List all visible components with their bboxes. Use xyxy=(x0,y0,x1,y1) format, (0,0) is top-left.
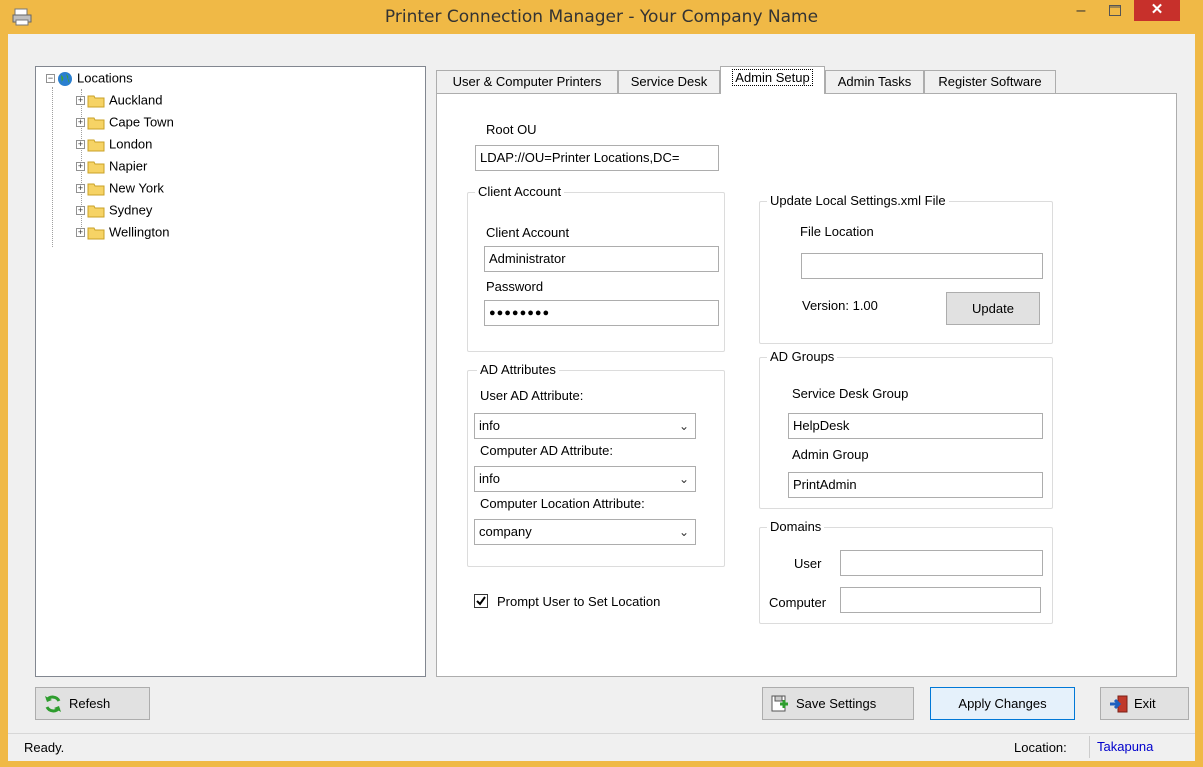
exit-button-label: Exit xyxy=(1134,696,1156,711)
update-button[interactable]: Update xyxy=(946,292,1040,325)
checkmark-icon xyxy=(476,596,486,606)
prompt-user-label[interactable]: Prompt User to Set Location xyxy=(497,594,660,610)
expand-icon[interactable]: + xyxy=(76,184,85,194)
folder-icon xyxy=(87,138,105,152)
window-title: Printer Connection Manager - Your Compan… xyxy=(384,7,819,27)
expand-icon[interactable]: + xyxy=(76,228,85,238)
tab-user-computer-printers[interactable]: User & Computer Printers xyxy=(436,70,618,93)
tree-line xyxy=(52,87,53,247)
refresh-button[interactable]: Refesh xyxy=(35,687,150,720)
tree-item-label: Sydney xyxy=(109,202,153,218)
service-desk-group-label: Service Desk Group xyxy=(792,386,909,401)
root-ou-label: Root OU xyxy=(486,122,537,137)
expand-icon[interactable]: + xyxy=(76,162,85,172)
expand-icon[interactable]: + xyxy=(76,96,85,106)
version-label: Version: 1.00 xyxy=(802,298,878,313)
refresh-icon xyxy=(43,694,63,717)
file-location-input[interactable] xyxy=(801,253,1043,279)
chevron-down-icon[interactable]: ⌄ xyxy=(679,414,689,438)
tab-service-desk[interactable]: Service Desk xyxy=(618,70,720,93)
update-settings-group-title: Update Local Settings.xml File xyxy=(767,193,949,209)
folder-icon xyxy=(87,182,105,196)
tree-item-sydney[interactable]: + Sydney xyxy=(76,201,152,221)
tab-admin-setup-label: Admin Setup xyxy=(732,69,813,86)
tree-item-wellington[interactable]: + Wellington xyxy=(76,223,169,243)
tree-root[interactable]: − Locations xyxy=(46,69,133,89)
folder-icon xyxy=(87,226,105,240)
prompt-user-checkbox[interactable] xyxy=(474,594,488,608)
domain-user-input[interactable] xyxy=(840,550,1043,576)
tree-item-label: London xyxy=(109,136,153,152)
tab-admin-tasks[interactable]: Admin Tasks xyxy=(825,70,924,93)
status-text: Ready. xyxy=(24,740,65,755)
client-account-group xyxy=(467,192,725,352)
file-location-label: File Location xyxy=(800,224,874,239)
domains-group-title: Domains xyxy=(767,519,825,535)
tree-item-label: Napier xyxy=(109,158,148,174)
apply-changes-button[interactable]: Apply Changes xyxy=(930,687,1075,720)
location-label: Location: xyxy=(1014,740,1067,755)
ad-attributes-group-title: AD Attributes xyxy=(477,362,559,378)
tree-item-label: Wellington xyxy=(109,224,170,240)
tab-register-software[interactable]: Register Software xyxy=(924,70,1056,93)
exit-icon xyxy=(1109,694,1129,717)
computer-location-attribute-select[interactable]: company ⌄ xyxy=(474,519,696,545)
admin-group-input[interactable]: PrintAdmin xyxy=(788,472,1043,498)
computer-ad-attribute-select[interactable]: info ⌄ xyxy=(474,466,696,492)
root-ou-input[interactable]: LDAP://OU=Printer Locations,DC= xyxy=(475,145,719,171)
location-value: Takapuna xyxy=(1089,736,1178,758)
domain-computer-input[interactable] xyxy=(840,587,1041,613)
admin-group-label: Admin Group xyxy=(792,447,869,462)
computer-location-attribute-value: company xyxy=(479,524,532,539)
computer-ad-attribute-label: Computer AD Attribute: xyxy=(480,443,613,458)
client-account-input[interactable]: Administrator xyxy=(484,246,719,272)
password-input[interactable]: ●●●●●●●● xyxy=(484,300,719,326)
client-account-label: Client Account xyxy=(486,225,570,240)
collapse-icon[interactable]: − xyxy=(46,74,55,84)
folder-icon xyxy=(87,204,105,218)
tree-item-auckland[interactable]: + Auckland xyxy=(76,91,162,111)
computer-ad-attribute-value: info xyxy=(479,471,500,486)
domain-user-label: User xyxy=(794,556,822,571)
service-desk-group-input[interactable]: HelpDesk xyxy=(788,413,1043,439)
expand-icon[interactable]: + xyxy=(76,206,85,216)
close-button[interactable]: ✕ xyxy=(1134,0,1180,21)
tree-item-label: Auckland xyxy=(109,92,163,108)
refresh-button-label: Refesh xyxy=(69,696,111,711)
save-settings-button[interactable]: Save Settings xyxy=(762,687,914,720)
chevron-down-icon[interactable]: ⌄ xyxy=(679,520,689,544)
location-tree[interactable]: − Locations + Auckland + Cape Town + London … xyxy=(35,66,426,677)
user-ad-attribute-select[interactable]: info ⌄ xyxy=(474,413,696,439)
tree-item-label: Cape Town xyxy=(109,114,174,130)
exit-button[interactable]: Exit xyxy=(1100,687,1189,720)
tree-item-cape-town[interactable]: + Cape Town xyxy=(76,113,174,133)
tree-item-label: New York xyxy=(109,180,164,196)
computer-location-attribute-label: Computer Location Attribute: xyxy=(480,496,645,511)
folder-icon xyxy=(87,94,105,108)
chevron-down-icon[interactable]: ⌄ xyxy=(679,467,689,491)
tree-item-london[interactable]: + London xyxy=(76,135,152,155)
tree-item-napier[interactable]: + Napier xyxy=(76,157,147,177)
password-label: Password xyxy=(486,279,544,294)
maximize-button[interactable] xyxy=(1100,2,1130,22)
tab-admin-setup[interactable]: Admin Setup xyxy=(720,66,825,94)
domain-computer-label: Computer xyxy=(769,595,827,610)
user-ad-attribute-label: User AD Attribute: xyxy=(480,388,584,403)
ad-groups-group-title: AD Groups xyxy=(767,349,838,365)
folder-icon xyxy=(87,160,105,174)
save-settings-icon xyxy=(770,694,790,717)
user-ad-attribute-value: info xyxy=(479,418,500,433)
client-account-group-title: Client Account xyxy=(475,184,565,200)
globe-icon xyxy=(57,71,73,87)
save-settings-button-label: Save Settings xyxy=(796,696,877,711)
expand-icon[interactable]: + xyxy=(76,118,85,128)
expand-icon[interactable]: + xyxy=(76,140,85,150)
tree-item-new-york[interactable]: + New York xyxy=(76,179,164,199)
tree-root-label: Locations xyxy=(77,70,133,86)
folder-icon xyxy=(87,116,105,130)
minimize-button[interactable]: – xyxy=(1066,2,1096,22)
